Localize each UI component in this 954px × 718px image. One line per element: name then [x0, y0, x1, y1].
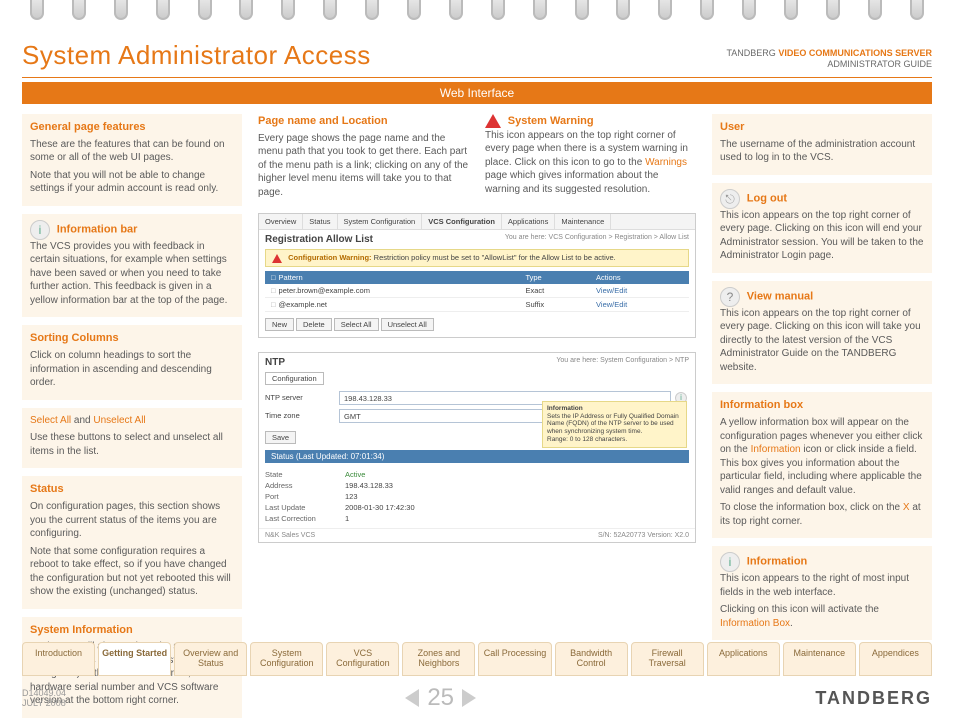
system-version: S/N: 52A20773 Version: X2.0: [598, 532, 689, 539]
nav-tab-getting-started[interactable]: Getting Started: [98, 642, 171, 676]
block-logout: ⎋ Log out This icon appears on the top r…: [712, 183, 932, 273]
info-icon: i: [720, 552, 740, 572]
logout-icon: ⎋: [720, 189, 740, 209]
delete-button[interactable]: Delete: [296, 318, 332, 331]
cell: @example.net: [265, 297, 519, 311]
cell: Suffix: [519, 297, 590, 311]
doc-info: D14049.04JULY 2008: [22, 688, 66, 708]
link-unselect-all[interactable]: Unselect All: [93, 415, 145, 426]
label-ntp-server: NTP server: [265, 393, 335, 402]
block-information-bar: i Information bar The VCS provides you w…: [22, 214, 242, 318]
status-row: Port123: [265, 491, 689, 502]
ring-binding: [0, 0, 954, 32]
status-row: StateActive: [265, 469, 689, 480]
select-all-button[interactable]: Select All: [334, 318, 379, 331]
information-box: Information Sets the IP Address or Fully…: [542, 401, 687, 448]
nav-tab-introduction[interactable]: Introduction: [22, 642, 95, 676]
section-bar: Web Interface: [22, 82, 932, 104]
block-select-all: Select All and Unselect All Use these bu…: [22, 408, 242, 469]
doc-header-right: TANDBERG VIDEO COMMUNICATIONS SERVER ADM…: [726, 48, 932, 71]
label-time-zone: Time zone: [265, 411, 335, 420]
nav-tab-applications[interactable]: Applications: [707, 642, 780, 676]
block-system-warning: System Warning This icon appears on the …: [485, 114, 696, 203]
heading-syswarn: System Warning: [508, 115, 594, 127]
unselect-all-button[interactable]: Unselect All: [381, 318, 434, 331]
config-warning-bar: Configuration Warning: Restriction polic…: [265, 249, 689, 267]
status-bar: Status (Last Updated: 07:01:34): [265, 450, 689, 463]
column-header[interactable]: Actions: [590, 271, 689, 284]
block-information: i Information This icon appears to the r…: [712, 546, 932, 640]
block-user: User The username of the administration …: [712, 114, 932, 175]
column-header[interactable]: Type: [519, 271, 590, 284]
warning-icon: [485, 114, 501, 128]
link-warnings[interactable]: Warnings: [645, 157, 687, 168]
page-number: 25: [427, 684, 454, 712]
prev-page-arrow-icon[interactable]: [405, 689, 419, 707]
system-name: N&K Sales VCS: [265, 532, 315, 539]
column-header[interactable]: Pattern: [265, 271, 519, 284]
save-button[interactable]: Save: [265, 431, 296, 444]
heading-logout: Log out: [747, 192, 787, 204]
nav-tab[interactable]: Status: [303, 214, 337, 229]
nav-tab-maintenance[interactable]: Maintenance: [783, 642, 856, 676]
tab-configuration[interactable]: Configuration: [265, 372, 324, 385]
link-select-all[interactable]: Select All: [30, 415, 71, 426]
block-page-name-location: Page name and Location Every page shows …: [258, 114, 469, 203]
action-link[interactable]: View/Edit: [590, 284, 689, 298]
screenshot-allow-list: OverviewStatusSystem ConfigurationVCS Co…: [258, 213, 696, 338]
new-button[interactable]: New: [265, 318, 294, 331]
cell: peter.brown@example.com: [265, 284, 519, 298]
pager: 25: [405, 684, 476, 712]
nav-tab-zones-and-neighbors[interactable]: Zones and Neighbors: [402, 642, 475, 676]
heading-user: User: [720, 120, 924, 135]
heading-information: Information: [747, 556, 808, 568]
breadcrumb: You are here: System Configuration > NTP: [550, 353, 695, 368]
nav-tab[interactable]: System Configuration: [338, 214, 423, 229]
status-table: StateActiveAddress198.43.128.33Port123La…: [265, 469, 689, 524]
heading-pagename: Page name and Location: [258, 114, 469, 129]
nav-tab-system-configuration[interactable]: System Configuration: [250, 642, 323, 676]
action-link[interactable]: View/Edit: [590, 297, 689, 311]
link-information-box[interactable]: Information Box: [720, 618, 790, 629]
help-icon: ?: [720, 287, 740, 307]
allow-list-table: PatternTypeActions peter.brown@example.c…: [265, 271, 689, 312]
heading-infobox: Information box: [720, 398, 924, 413]
screenshot-ntp: You are here: System Configuration > NTP…: [258, 352, 696, 543]
block-sorting-columns: Sorting Columns Click on column headings…: [22, 325, 242, 399]
page-title: System Administrator Access: [22, 40, 371, 71]
brand-logo: TANDBERG: [815, 688, 932, 709]
block-general-features: General page features These are the feat…: [22, 114, 242, 206]
heading-manual: View manual: [747, 290, 813, 302]
heading-general: General page features: [30, 120, 234, 135]
link-information[interactable]: Information: [751, 444, 801, 455]
heading-info-bar: Information bar: [57, 223, 138, 235]
status-row: Last Update2008-01-30 17:42:30: [265, 502, 689, 513]
nav-tab[interactable]: Overview: [259, 214, 303, 229]
status-row: Last Correction1: [265, 513, 689, 524]
heading-sysinfo: System Information: [30, 623, 234, 638]
heading-sorting: Sorting Columns: [30, 331, 234, 346]
nav-tab-firewall-traversal[interactable]: Firewall Traversal: [631, 642, 704, 676]
warning-icon: [272, 254, 282, 263]
info-icon: i: [30, 220, 50, 240]
nav-tab[interactable]: Maintenance: [555, 214, 611, 229]
nav-tab-bandwidth-control[interactable]: Bandwidth Control: [555, 642, 628, 676]
nav-tab[interactable]: VCS Configuration: [422, 214, 502, 229]
table-row: peter.brown@example.comExactView/Edit: [265, 284, 689, 298]
block-status: Status On configuration pages, this sect…: [22, 476, 242, 608]
table-row: @example.netSuffixView/Edit: [265, 297, 689, 311]
breadcrumb: You are here: VCS Configuration > Regist…: [499, 230, 695, 245]
nav-tab-appendices[interactable]: Appendices: [859, 642, 932, 676]
nav-tab-vcs-configuration[interactable]: VCS Configuration: [326, 642, 399, 676]
nav-tab-overview-and-status[interactable]: Overview and Status: [174, 642, 247, 676]
block-view-manual: ? View manual This icon appears on the t…: [712, 281, 932, 385]
link-close-x[interactable]: X: [903, 502, 910, 513]
heading-status: Status: [30, 482, 234, 497]
block-information-box: Information box A yellow information box…: [712, 392, 932, 538]
next-page-arrow-icon[interactable]: [462, 689, 476, 707]
nav-tab-call-processing[interactable]: Call Processing: [478, 642, 551, 676]
nav-tab[interactable]: Applications: [502, 214, 555, 229]
cell: Exact: [519, 284, 590, 298]
status-row: Address198.43.128.33: [265, 480, 689, 491]
